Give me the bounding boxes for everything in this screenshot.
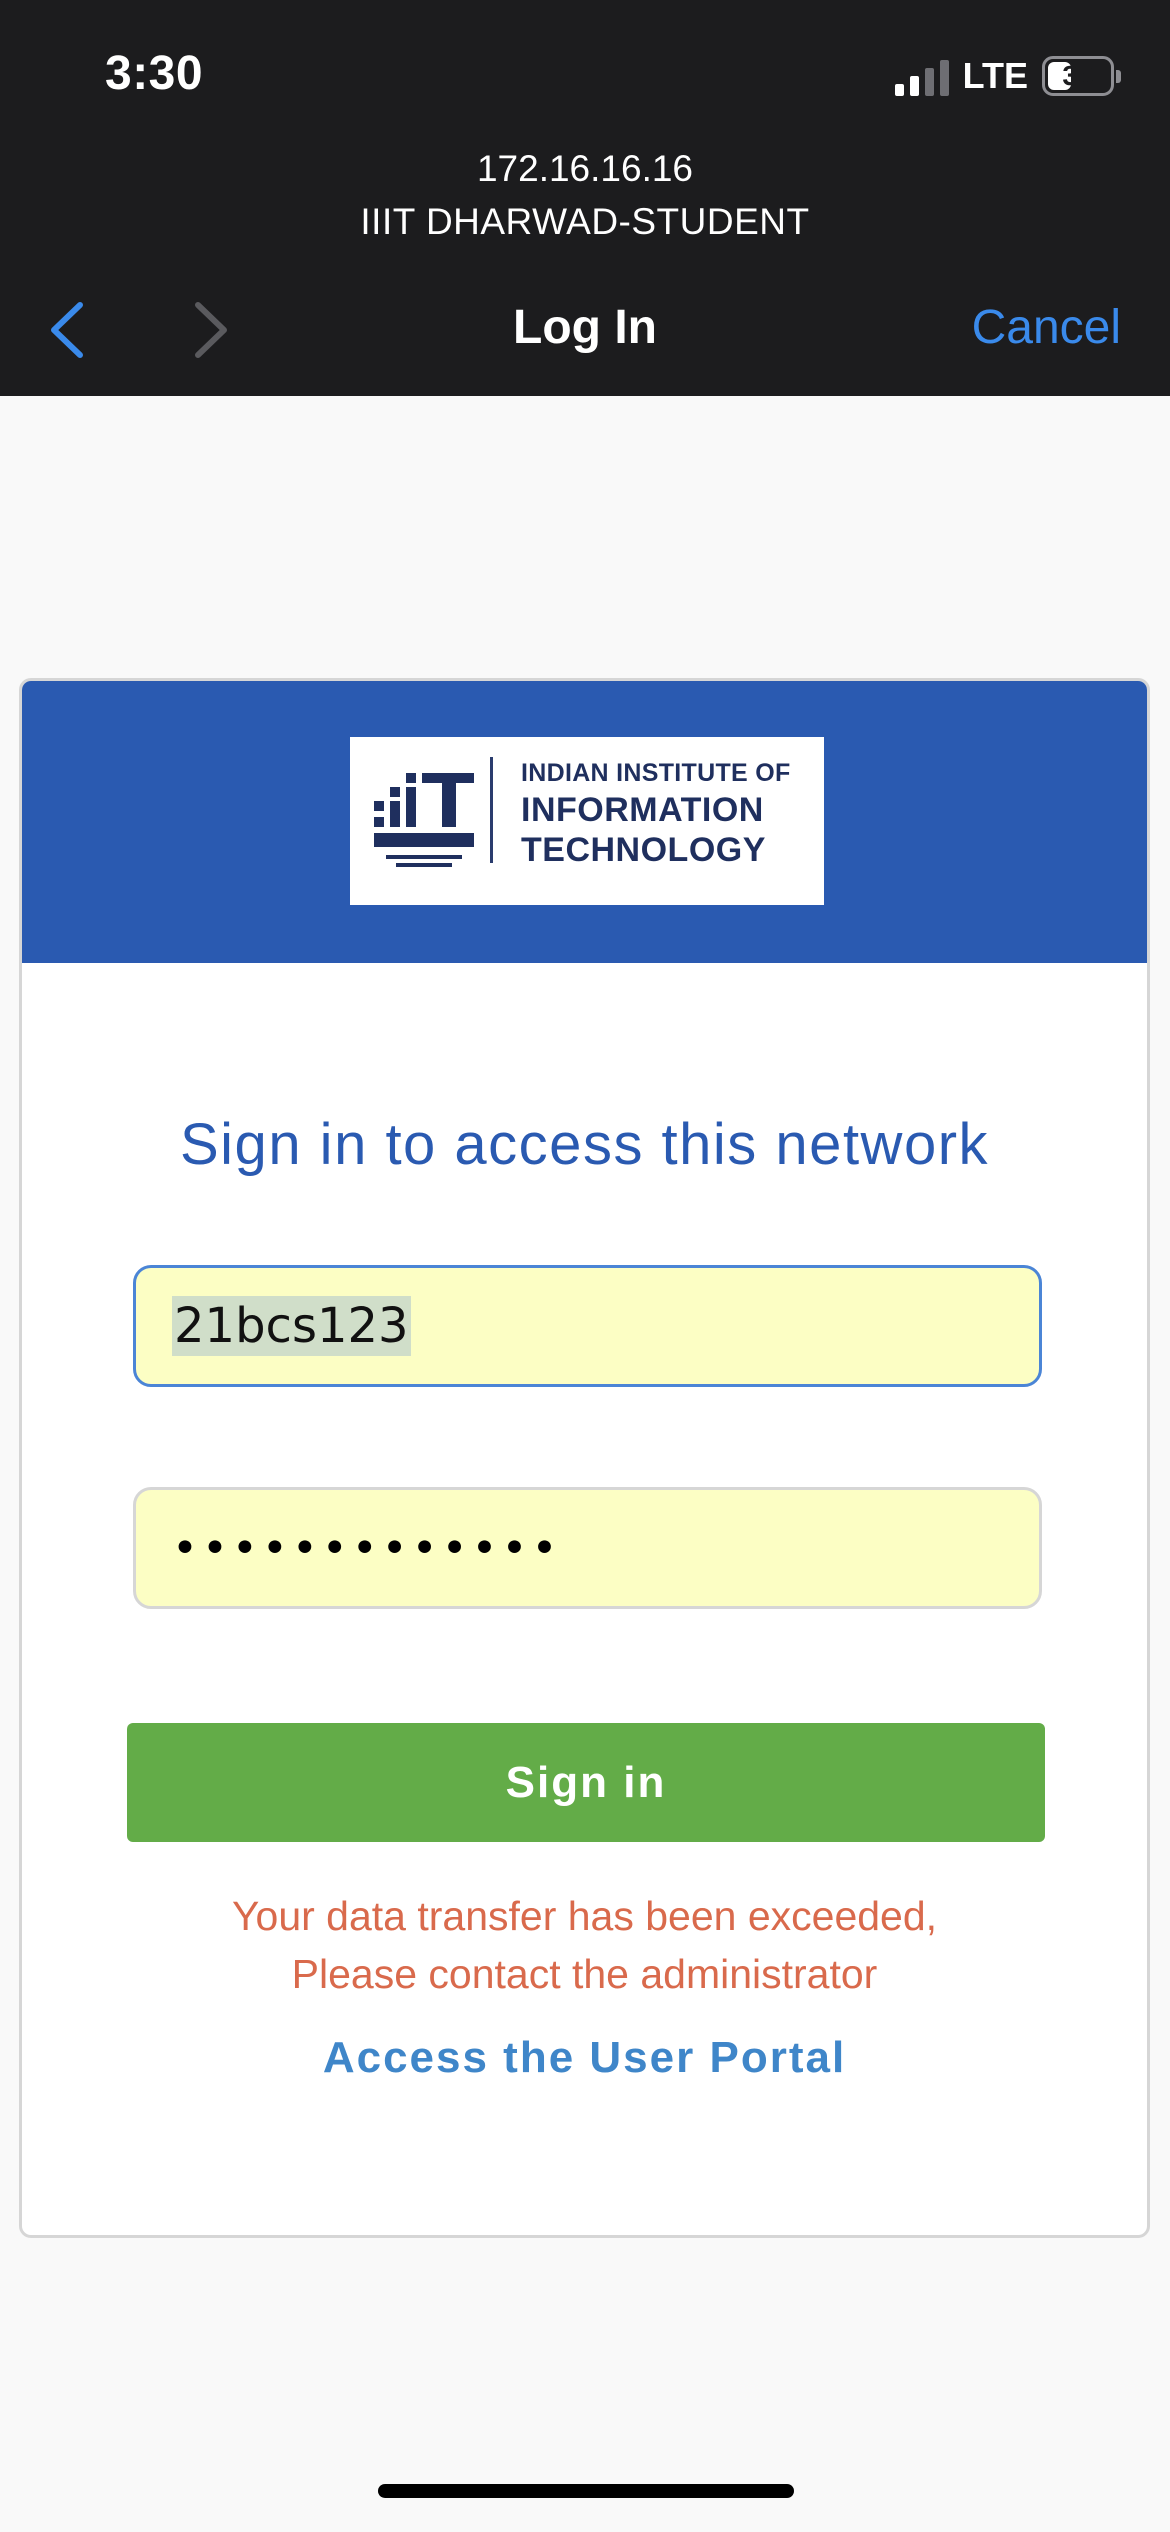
- username-value: 21bcs123: [172, 1296, 411, 1356]
- top-bar: 3:30 LTE 35 172.16.16.16 IIIT DHARWAD-ST…: [0, 0, 1170, 396]
- battery-icon: 35: [1042, 56, 1121, 96]
- logo-text-line3: TECHNOLOGY: [521, 831, 766, 869]
- error-message-line1: Your data transfer has been exceeded,: [231, 1893, 938, 1939]
- network-name: IIIT DHARWAD-STUDENT: [360, 201, 810, 242]
- password-input[interactable]: •••••••••••••: [133, 1487, 1042, 1609]
- iiit-logo-mark: [374, 773, 474, 867]
- signin-heading: Sign in to access this network: [179, 1112, 990, 1177]
- error-message-line2: Please contact the administrator: [291, 1951, 878, 1997]
- login-card: INDIAN INSTITUTE OF INFORMATION TECHNOLO…: [19, 678, 1150, 2238]
- signal-bars-icon: [894, 56, 949, 96]
- logo-text-line2: INFORMATION: [521, 791, 764, 829]
- network-type: LTE: [962, 55, 1028, 96]
- logo-text-line1: INDIAN INSTITUTE OF: [521, 759, 791, 787]
- signin-button[interactable]: Sign in: [127, 1723, 1045, 1842]
- logo-divider: [490, 757, 493, 863]
- username-input[interactable]: 21bcs123: [133, 1265, 1042, 1387]
- home-indicator[interactable]: [378, 2484, 794, 2498]
- status-indicators: LTE 35: [894, 50, 1121, 102]
- password-value: •••••••••••••: [172, 1522, 562, 1574]
- institute-logo: INDIAN INSTITUTE OF INFORMATION TECHNOLO…: [350, 737, 824, 905]
- card-header: INDIAN INSTITUTE OF INFORMATION TECHNOLO…: [22, 681, 1147, 963]
- battery-percent: 35: [1062, 60, 1094, 91]
- status-time: 3:30: [105, 47, 204, 100]
- portal-address: 172.16.16.16: [476, 148, 694, 189]
- user-portal-link[interactable]: Access the User Portal: [22, 2033, 1147, 2083]
- cancel-button[interactable]: Cancel: [972, 300, 1121, 355]
